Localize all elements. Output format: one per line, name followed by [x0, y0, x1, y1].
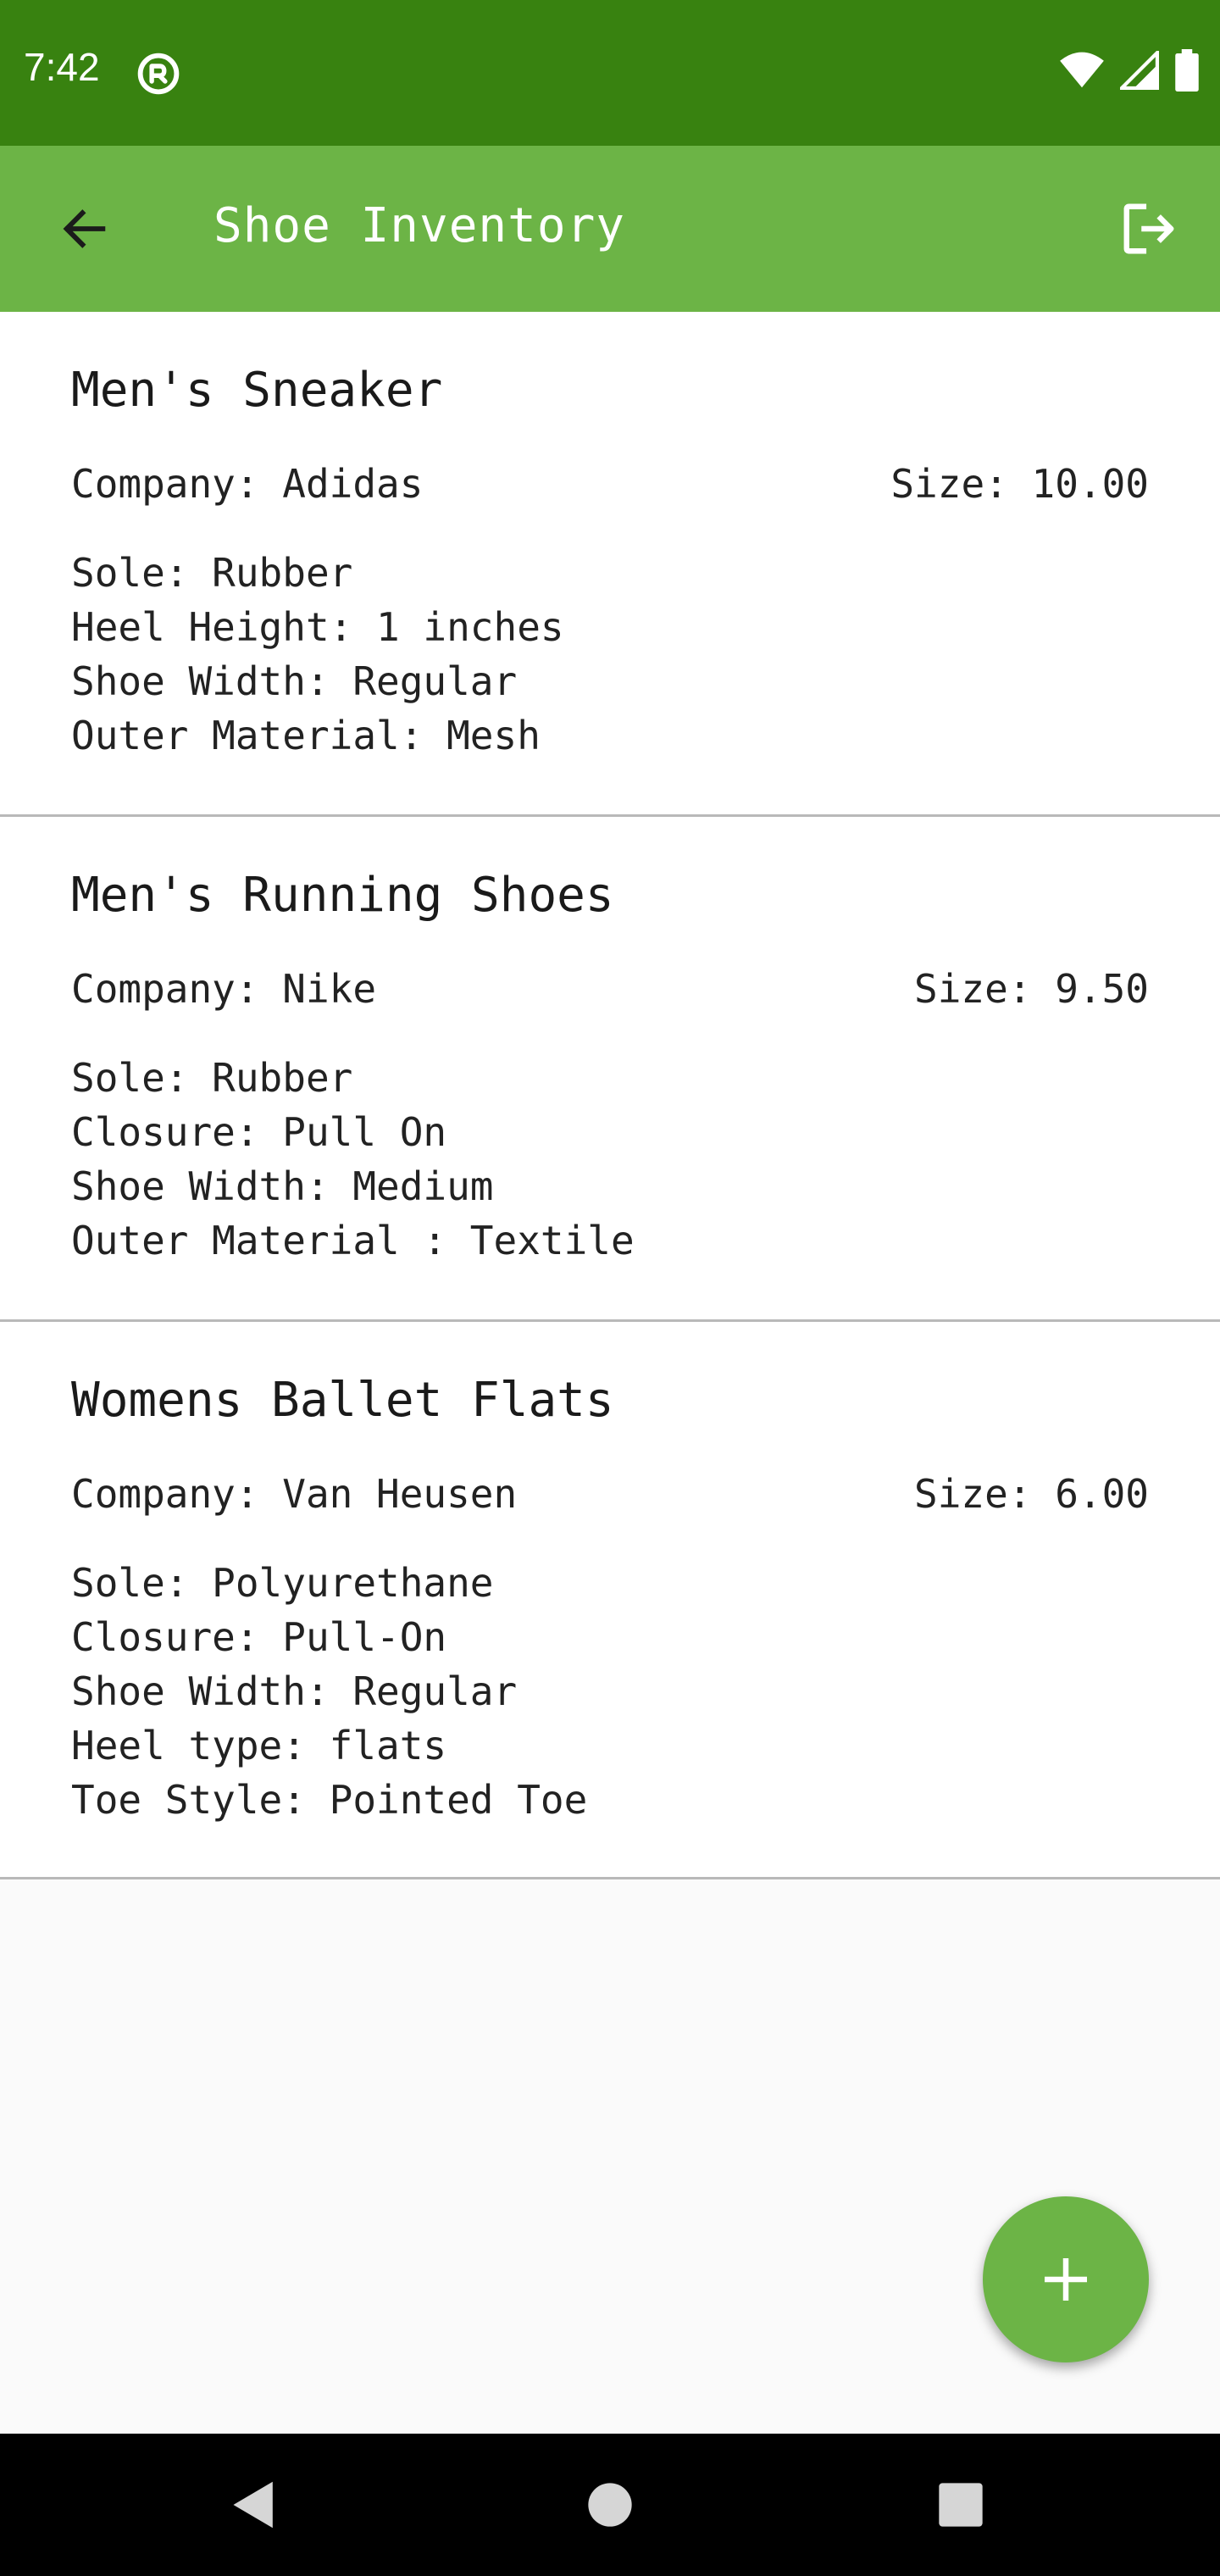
wifi-icon [1060, 52, 1104, 88]
logout-button[interactable] [1105, 185, 1193, 273]
battery-icon [1175, 49, 1199, 92]
shoe-company: Company: Van Heusen [71, 1470, 518, 1517]
shoe-detail: Outer Material: Mesh [71, 712, 541, 758]
shoe-name: Men's Sneaker [71, 363, 443, 418]
arrow-back-icon [63, 209, 106, 248]
shoe-detail: Shoe Width: Regular [71, 658, 518, 704]
shoe-detail: Toe Style: Pointed Toe [71, 1776, 588, 1823]
shoe-size: Size: 9.50 [914, 965, 1149, 1012]
shoe-detail: Sole: Polyurethane [71, 1559, 494, 1606]
signal-icon [1120, 51, 1159, 90]
shoe-detail: Sole: Rubber [71, 549, 353, 596]
nav-back-button[interactable] [212, 2462, 297, 2547]
square-recents-icon [939, 2483, 983, 2527]
shoe-company: Company: Nike [71, 965, 377, 1012]
shoe-detail: Sole: Rubber [71, 1054, 353, 1101]
logout-icon [1123, 203, 1174, 254]
shoe-detail: Heel Height: 1 inches [71, 603, 564, 650]
shoe-card[interactable]: Men's Running Shoes Company: Nike Size: … [0, 817, 1220, 1322]
page-title: Shoe Inventory [214, 198, 626, 253]
nav-recents-button[interactable] [918, 2462, 1003, 2547]
shoe-detail: Shoe Width: Medium [71, 1163, 494, 1209]
shoe-meta-row: Company: Adidas Size: 10.00 [71, 461, 1149, 507]
nav-home-button[interactable] [568, 2462, 652, 2547]
back-button[interactable] [41, 185, 129, 273]
shoe-detail: Heel type: flats [71, 1722, 447, 1768]
shoe-detail: Closure: Pull On [71, 1108, 447, 1155]
shoe-card[interactable]: Men's Sneaker Company: Adidas Size: 10.0… [0, 312, 1220, 817]
shoe-card[interactable]: Womens Ballet Flats Company: Van Heusen … [0, 1322, 1220, 1879]
system-nav-bar [0, 2434, 1220, 2576]
shoe-name: Men's Running Shoes [71, 868, 614, 923]
shoe-name: Womens Ballet Flats [71, 1373, 614, 1428]
app-notification-icon [137, 53, 180, 95]
plus-icon [1045, 2258, 1087, 2301]
shoe-list: Men's Sneaker Company: Adidas Size: 10.0… [0, 312, 1220, 1879]
status-icons [1059, 49, 1200, 92]
shoe-meta-row: Company: Nike Size: 9.50 [71, 966, 1149, 1012]
status-time: 7:42 [24, 45, 100, 89]
shoe-size: Size: 6.00 [914, 1470, 1149, 1517]
status-bar: 7:42 [0, 0, 1220, 146]
shoe-detail: Closure: Pull-On [71, 1613, 447, 1660]
shoe-size: Size: 10.00 [890, 460, 1149, 507]
shoe-company: Company: Adidas [71, 460, 424, 507]
shoe-detail: Shoe Width: Regular [71, 1668, 518, 1714]
shoe-detail: Outer Material : Textile [71, 1217, 635, 1263]
circle-home-icon [588, 2483, 632, 2527]
triangle-back-icon [233, 2481, 273, 2529]
add-shoe-button[interactable] [983, 2196, 1149, 2362]
app-bar: Shoe Inventory [0, 146, 1220, 312]
shoe-meta-row: Company: Van Heusen Size: 6.00 [71, 1471, 1149, 1517]
